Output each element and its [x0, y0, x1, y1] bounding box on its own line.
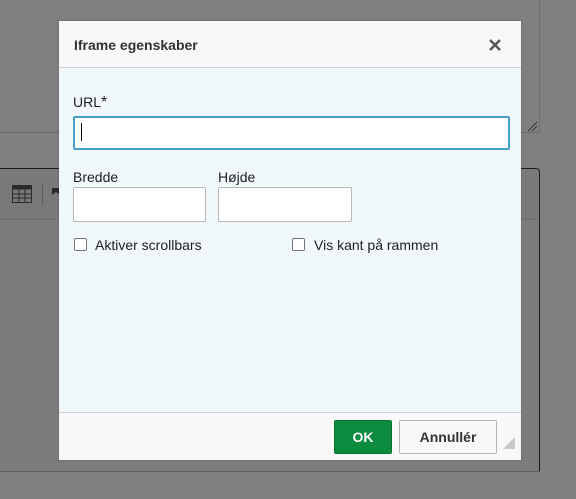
ok-button[interactable]: OK — [334, 420, 392, 454]
scrollbars-checkbox[interactable] — [74, 238, 87, 251]
text-caret — [81, 123, 82, 141]
iframe-properties-dialog: Iframe egenskaber URL* Bredde Højde Akti… — [59, 21, 521, 460]
url-input[interactable] — [73, 116, 510, 150]
url-label: URL* — [73, 94, 107, 112]
table-icon — [12, 185, 32, 203]
dialog-footer: OK Annullér — [59, 412, 521, 460]
frame-border-label: Vis kant på rammen — [314, 237, 439, 253]
resize-handle-icon — [527, 121, 538, 132]
height-label: Højde — [218, 169, 256, 185]
dialog-header: Iframe egenskaber — [59, 21, 521, 68]
scrollbars-label: Aktiver scrollbars — [95, 237, 202, 253]
close-icon[interactable] — [485, 35, 505, 55]
required-mark: * — [101, 94, 108, 111]
resize-handle-icon[interactable] — [503, 437, 515, 449]
width-input[interactable] — [73, 187, 206, 222]
cancel-button[interactable]: Annullér — [399, 420, 497, 454]
width-label: Bredde — [73, 169, 119, 185]
background-divider — [0, 471, 540, 472]
url-label-text: URL — [73, 94, 102, 110]
toolbar-separator — [42, 184, 43, 206]
frame-border-checkbox[interactable] — [292, 238, 305, 251]
dialog-title: Iframe egenskaber — [74, 37, 198, 53]
height-input[interactable] — [218, 187, 352, 222]
